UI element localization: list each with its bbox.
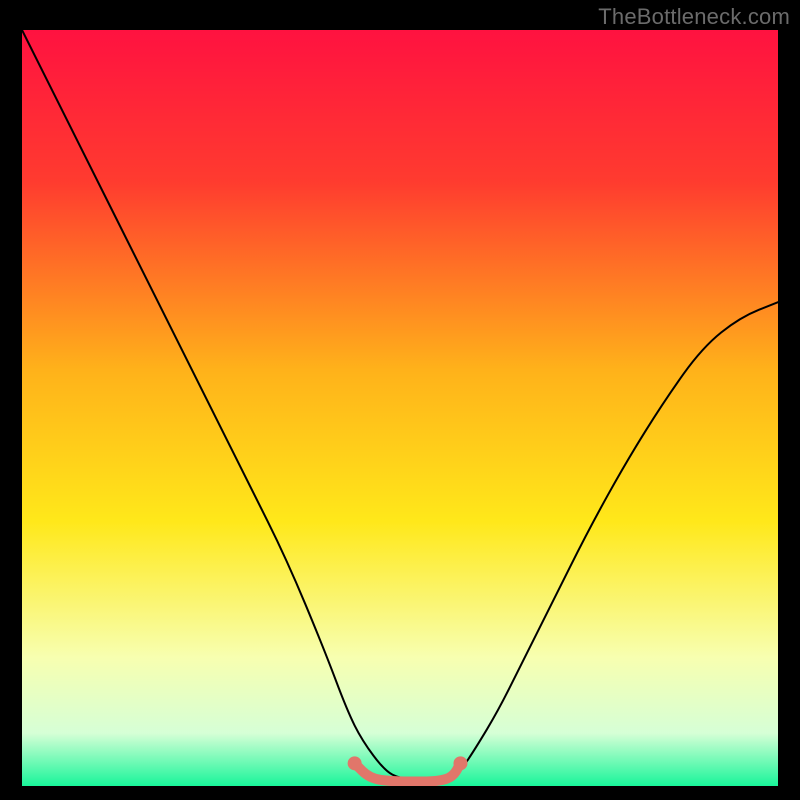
highlight-endpoint: [348, 756, 362, 770]
highlight-endpoint: [453, 756, 467, 770]
plot-svg: [22, 30, 778, 786]
app-frame: TheBottleneck.com: [0, 0, 800, 800]
watermark-text: TheBottleneck.com: [598, 4, 790, 30]
plot-background: [22, 30, 778, 786]
bottleneck-plot: [22, 30, 778, 786]
